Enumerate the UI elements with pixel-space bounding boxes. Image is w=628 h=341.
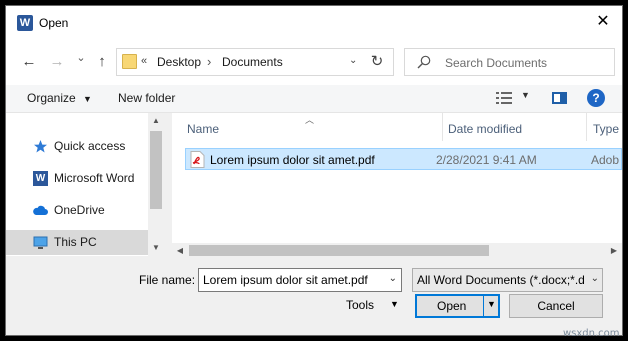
chevron-down-icon: ⌄ <box>588 273 599 284</box>
monitor-icon <box>33 236 48 249</box>
file-type-value: All Word Documents (*.docx;*.d <box>417 273 585 287</box>
forward-arrow-icon[interactable]: → <box>48 53 66 71</box>
star-icon <box>34 140 47 153</box>
recent-locations-chevron-icon[interactable]: ⌄ <box>72 49 90 67</box>
file-name-label: File name: <box>139 273 196 287</box>
chevron-down-icon: ▼ <box>390 299 399 309</box>
address-dropdown-icon[interactable]: ⌄ <box>349 55 357 66</box>
view-options-icon[interactable] <box>496 91 512 105</box>
chevron-down-icon[interactable]: ⌄ <box>389 273 397 284</box>
organize-menu-button[interactable]: Organize ▼ <box>27 91 92 105</box>
search-placeholder: Search Documents <box>445 56 548 70</box>
file-type-select[interactable]: All Word Documents (*.docx;*.d ⌄ <box>412 268 603 292</box>
file-row[interactable]: Lorem ipsum dolor sit amet.pdf 2/28/2021… <box>185 148 622 170</box>
navigation-pane: Quick access W Microsoft Word OneDrive T… <box>6 113 164 256</box>
file-type: Adob <box>591 153 620 167</box>
sidebar-item-microsoft-word[interactable]: W Microsoft Word <box>6 166 148 191</box>
sidebar-item-this-pc[interactable]: This PC <box>6 230 148 255</box>
column-label: Type <box>593 122 620 136</box>
file-list: ︿ Name Date modified Type Lorem ipsum do… <box>172 113 622 259</box>
sidebar-item-label: This PC <box>54 235 97 249</box>
navigation-bar: ← → ⌄ ↑ « Desktop › Documents ⌄ ↻ Search… <box>6 39 622 85</box>
word-icon: W <box>17 15 33 31</box>
organize-label: Organize <box>27 91 76 105</box>
preview-pane-icon[interactable] <box>552 92 567 104</box>
sidebar-item-label: OneDrive <box>54 203 105 217</box>
split-divider <box>483 295 484 317</box>
dialog-title: Open <box>39 16 69 30</box>
column-header-name[interactable]: Name <box>172 113 442 141</box>
help-icon[interactable]: ? <box>587 89 605 107</box>
chevron-down-icon: ▼ <box>83 94 92 104</box>
open-dialog: W Open ✕ ← → ⌄ ↑ « Desktop › Documents ⌄… <box>5 5 623 339</box>
open-button[interactable]: Open ▼ <box>415 294 500 318</box>
file-name-value: Lorem ipsum dolor sit amet.pdf <box>203 273 368 287</box>
word-icon: W <box>33 171 48 186</box>
back-arrow-icon[interactable]: ← <box>20 53 38 71</box>
open-label: Open <box>437 299 467 313</box>
scroll-up-icon[interactable]: ▲ <box>148 113 164 129</box>
address-bar[interactable]: « Desktop › Documents ⌄ <box>116 48 394 76</box>
up-arrow-icon[interactable]: ↑ <box>93 53 111 71</box>
file-date-modified: 2/28/2021 9:41 AM <box>436 153 537 167</box>
command-bar: Organize ▼ New folder ▼ ? <box>6 85 622 113</box>
column-header-type[interactable]: Type <box>587 113 622 141</box>
tools-label: Tools <box>346 298 375 312</box>
new-folder-button[interactable]: New folder <box>118 91 175 105</box>
sidebar-item-label: Quick access <box>54 139 126 153</box>
watermark: wsxdn.com <box>563 328 620 339</box>
folder-icon <box>122 54 137 69</box>
breadcrumb-documents[interactable]: Documents <box>222 55 283 69</box>
close-icon[interactable]: ✕ <box>592 12 614 32</box>
view-dropdown-icon[interactable]: ▼ <box>521 90 530 100</box>
file-name-field[interactable]: Lorem ipsum dolor sit amet.pdf ⌄ <box>198 268 402 292</box>
column-label: Name <box>187 122 220 136</box>
scroll-thumb[interactable] <box>150 131 162 209</box>
breadcrumb-desktop[interactable]: Desktop <box>157 55 201 69</box>
file-name: Lorem ipsum dolor sit amet.pdf <box>210 153 375 167</box>
pdf-icon <box>190 151 205 168</box>
breadcrumb-separator-icon: › <box>207 54 212 69</box>
title-bar[interactable]: W Open ✕ <box>6 6 622 39</box>
sidebar-item-label: Microsoft Word <box>54 171 135 185</box>
sidebar-item-quick-access[interactable]: Quick access <box>6 134 148 159</box>
refresh-icon[interactable]: ↻ <box>361 48 394 76</box>
column-header-date-modified[interactable]: Date modified <box>443 113 587 141</box>
search-icon <box>417 55 431 69</box>
cloud-icon <box>33 205 48 215</box>
column-label: Date modified <box>448 122 523 136</box>
scroll-down-icon[interactable]: ▼ <box>148 240 164 256</box>
search-input[interactable]: Search Documents <box>404 48 615 76</box>
dialog-footer: File name: Lorem ipsum dolor sit amet.pd… <box>6 256 622 339</box>
open-options-chevron-icon[interactable]: ▼ <box>487 299 496 309</box>
cancel-button[interactable]: Cancel <box>509 294 603 318</box>
tools-menu-button[interactable]: Tools ▼ <box>346 298 399 320</box>
sidebar-item-onedrive[interactable]: OneDrive <box>6 198 148 223</box>
breadcrumb-overflow-icon[interactable]: « <box>141 55 147 67</box>
sidebar-scrollbar[interactable]: ▲ ▼ <box>148 113 164 256</box>
